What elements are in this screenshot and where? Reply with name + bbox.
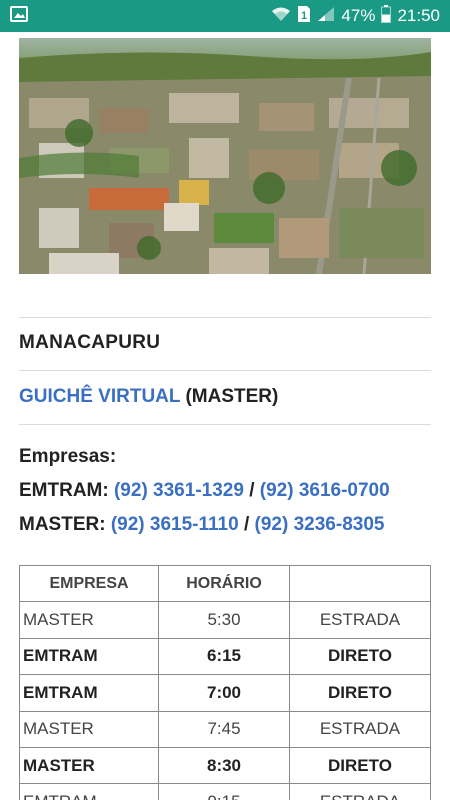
table-row: EMTRAM 6:15 DIRETO — [19, 637, 431, 676]
city-name: MANACAPURU — [19, 332, 161, 353]
company-label: EMTRAM: — [19, 480, 109, 501]
cell-empresa: EMTRAM — [19, 783, 159, 800]
schedule-table: EMPRESA HORÁRIO MASTER 5:30 ESTRADA EMTR… — [19, 564, 431, 800]
table-row: MASTER 7:45 ESTRADA — [19, 710, 431, 748]
wifi-icon — [271, 6, 291, 27]
cell-tipo: DIRETO — [289, 674, 431, 712]
cell-horario: 6:15 — [158, 637, 290, 676]
divider — [19, 317, 431, 318]
clock: 21:50 — [397, 6, 440, 25]
guiche-virtual-link[interactable]: GUICHÊ VIRTUAL — [19, 386, 180, 407]
table-row: EMTRAM 7:00 DIRETO — [19, 674, 431, 712]
cell-tipo: ESTRADA — [289, 601, 431, 639]
sim-icon: 1 — [297, 5, 311, 28]
table-header-row: EMPRESA HORÁRIO — [19, 564, 431, 603]
table-row: MASTER 8:30 DIRETO — [19, 746, 431, 785]
status-bar: 1 47% 21:50 — [0, 0, 450, 32]
phone-link[interactable]: (92) 3615-1110 — [111, 514, 239, 535]
cell-tipo: ESTRADA — [289, 783, 431, 800]
table-row: MASTER 5:30 ESTRADA — [19, 601, 431, 639]
image-icon — [10, 5, 28, 27]
contact-row-emtram: EMTRAM: (92) 3361-1329 / (92) 3616-0700 — [19, 480, 390, 501]
contacts-heading: Empresas: — [19, 446, 117, 467]
phone-link[interactable]: (92) 3236-8305 — [255, 514, 385, 535]
cell-tipo: DIRETO — [289, 637, 431, 676]
svg-text:1: 1 — [301, 10, 307, 22]
divider — [19, 370, 431, 371]
cell-empresa: MASTER — [19, 601, 159, 639]
city-aerial-photo — [19, 38, 431, 274]
phone-link[interactable]: (92) 3616-0700 — [260, 480, 390, 501]
cell-horario: 8:30 — [158, 746, 290, 785]
contact-row-master: MASTER: (92) 3615-1110 / (92) 3236-8305 — [19, 514, 385, 535]
cell-horario: 7:45 — [158, 710, 290, 748]
divider — [19, 424, 431, 425]
cell-empresa: EMTRAM — [19, 637, 159, 676]
guiche-line: GUICHÊ VIRTUAL (MASTER) — [19, 386, 278, 408]
signal-icon — [317, 6, 335, 27]
cell-tipo: DIRETO — [289, 746, 431, 785]
battery-icon — [381, 4, 392, 28]
cell-tipo: ESTRADA — [289, 710, 431, 748]
phone-link[interactable]: (92) 3361-1329 — [114, 480, 244, 501]
cell-horario: 5:30 — [158, 601, 290, 639]
page-content: MANACAPURU GUICHÊ VIRTUAL (MASTER) Empre… — [0, 32, 450, 800]
cell-empresa: EMTRAM — [19, 674, 159, 712]
battery-percent: 47% — [341, 6, 376, 25]
contacts-block: Empresas: EMTRAM: (92) 3361-1329 / (92) … — [19, 440, 390, 542]
cell-empresa: MASTER — [19, 746, 159, 785]
cell-horario: 7:00 — [158, 674, 290, 712]
guiche-company: (MASTER) — [185, 386, 279, 407]
column-header-empresa: EMPRESA — [19, 564, 159, 603]
table-row: EMTRAM 9:15 ESTRADA — [19, 783, 431, 800]
column-header-horario: HORÁRIO — [158, 564, 290, 603]
column-header-tipo — [289, 564, 431, 603]
cell-empresa: MASTER — [19, 710, 159, 748]
company-label: MASTER: — [19, 514, 106, 535]
cell-horario: 9:15 — [158, 783, 290, 800]
